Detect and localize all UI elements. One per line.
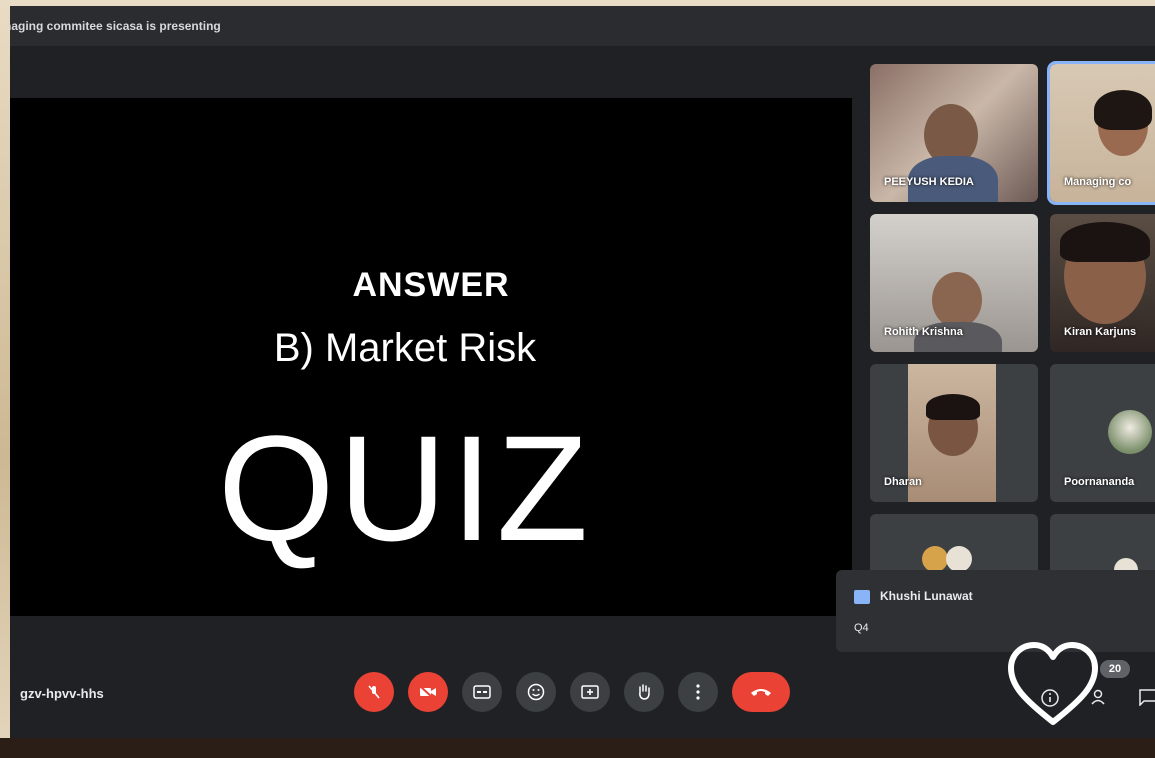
- participant-name: Managing co: [1064, 176, 1132, 188]
- presentation-stage: ANSWER B) Market Risk QUIZ: [10, 98, 852, 616]
- participant-name: Kiran Karjuns: [1064, 326, 1137, 338]
- chat-notification[interactable]: Khushi Lunawat Q4: [836, 570, 1155, 652]
- participant-tile[interactable]: Poornananda: [1050, 364, 1155, 502]
- chat-icon: [854, 590, 870, 604]
- participant-name: Dharan: [884, 476, 922, 488]
- present-button[interactable]: [570, 672, 610, 712]
- heart-icon[interactable]: [1005, 640, 1101, 730]
- emoji-icon: [527, 683, 545, 701]
- present-icon: [581, 685, 599, 699]
- slide-title: QUIZ: [217, 404, 593, 572]
- raise-hand-icon: [639, 684, 650, 700]
- participant-hair: [1094, 90, 1152, 130]
- reactions-button[interactable]: [516, 672, 556, 712]
- chat-bubble-icon: [1139, 689, 1155, 707]
- participant-tile[interactable]: Rohith Krishna: [870, 214, 1038, 352]
- camera-off-icon: [419, 685, 436, 700]
- participant-tile[interactable]: Kiran Karjuns: [1050, 214, 1155, 352]
- chat-sender: Khushi Lunawat: [880, 589, 973, 603]
- presenter-banner: naging commitee sicasa is presenting: [10, 6, 1155, 46]
- participant-avatar: [1108, 410, 1152, 454]
- raise-hand-button[interactable]: [624, 672, 664, 712]
- mic-toggle-button[interactable]: [354, 672, 394, 712]
- meeting-window: naging commitee sicasa is presenting ANS…: [10, 6, 1155, 738]
- participant-hair: [1060, 222, 1150, 262]
- presenter-banner-text: naging commitee sicasa is presenting: [10, 19, 221, 33]
- photo-frame-left: [0, 0, 10, 758]
- participant-avatar: [922, 546, 948, 572]
- participant-tile[interactable]: PEEYUSH KEDIA: [870, 64, 1038, 202]
- participant-avatar: [946, 546, 972, 572]
- participant-name: Rohith Krishna: [884, 326, 963, 338]
- more-options-icon: [696, 684, 700, 700]
- chat-message: Q4: [854, 622, 869, 634]
- end-call-button[interactable]: [732, 672, 790, 712]
- participant-tile[interactable]: [1050, 514, 1155, 574]
- meeting-code: gzv-hpvv-hhs: [20, 686, 104, 701]
- participant-name: PEEYUSH KEDIA: [884, 176, 974, 188]
- slide-answer-heading: ANSWER: [352, 266, 510, 304]
- participant-hair: [926, 394, 980, 420]
- participant-tile[interactable]: Dharan: [870, 364, 1038, 502]
- chat-button[interactable]: [1138, 688, 1155, 709]
- mic-off-icon: [368, 685, 380, 699]
- slide-answer-choice: B) Market Risk: [273, 326, 537, 370]
- participant-tile[interactable]: [870, 514, 1038, 574]
- camera-toggle-button[interactable]: [408, 672, 448, 712]
- participant-video: [932, 272, 982, 328]
- more-options-button[interactable]: [678, 672, 718, 712]
- participant-name: Poornananda: [1064, 476, 1135, 488]
- photo-frame-bottom: [0, 738, 1155, 758]
- end-call-icon: [751, 689, 771, 696]
- captions-icon: [473, 685, 491, 699]
- participant-count-badge: 20: [1100, 660, 1130, 678]
- captions-button[interactable]: [462, 672, 502, 712]
- participant-tile-active[interactable]: Managing co: [1047, 61, 1155, 205]
